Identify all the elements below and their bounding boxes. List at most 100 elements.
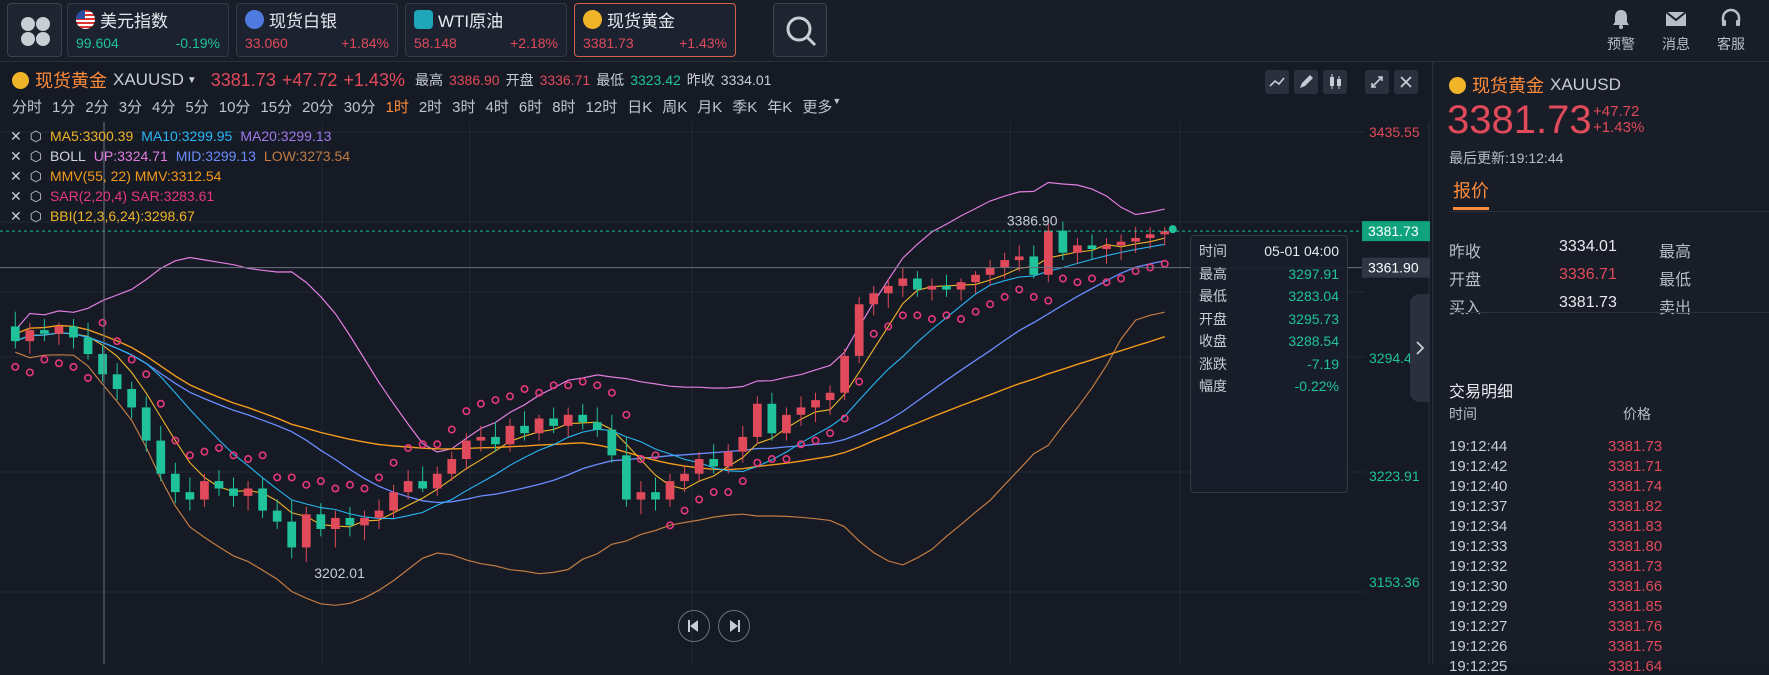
sar-dot xyxy=(1073,278,1082,287)
candle-body xyxy=(752,403,762,437)
tooltip-row: 幅度 -0.22% xyxy=(1199,375,1339,398)
trade-time: 19:12:25 xyxy=(1449,658,1508,675)
candle-body xyxy=(432,473,442,489)
trade-time: 19:12:33 xyxy=(1449,538,1508,555)
stat-value: 3336.71 xyxy=(1559,266,1617,283)
candle-body xyxy=(243,488,253,496)
support-button[interactable]: 客服 xyxy=(1708,8,1754,54)
messages-button[interactable]: 消息 xyxy=(1653,8,1699,54)
candle-body xyxy=(636,492,646,500)
candle-body xyxy=(331,517,340,530)
candle-body xyxy=(840,355,849,393)
max-label: 3386.90 xyxy=(1007,213,1058,229)
sar-dot xyxy=(1160,259,1169,268)
min-label: 3202.01 xyxy=(314,565,365,581)
candle-body xyxy=(563,414,573,426)
gold-icon xyxy=(1449,76,1466,94)
indicator-value: UP:3324.71 xyxy=(93,148,168,164)
sar-dot xyxy=(404,443,413,452)
stat-value: 3334.01 xyxy=(1559,238,1617,255)
sar-dot xyxy=(680,506,689,515)
candle-body xyxy=(811,400,820,408)
trade-price: 3381.82 xyxy=(1608,498,1663,515)
settings-icon[interactable]: ⬡ xyxy=(30,186,42,206)
tooltip-row: 最高 3297.91 xyxy=(1199,263,1339,286)
quote-change: +1.84% xyxy=(341,35,389,51)
panel-change-block: +47.72 +1.43% xyxy=(1593,104,1644,136)
sar-dot xyxy=(11,362,20,371)
candle-body xyxy=(883,285,893,294)
sar-dot xyxy=(986,300,995,309)
sar-dot xyxy=(69,362,78,371)
quote-price: 58.148 xyxy=(414,35,457,51)
indicator-row: ✕ ⬡ BBI(12,3,6,24):3298.67 xyxy=(10,206,350,226)
sar-dot xyxy=(1117,274,1126,283)
candle-body xyxy=(520,425,529,434)
close-icon[interactable]: ✕ xyxy=(10,166,22,186)
indicator-value: MMV(55, 22) MMV:3312.54 xyxy=(49,168,222,184)
chevron-right-icon xyxy=(1416,341,1425,355)
candle-body xyxy=(942,285,951,290)
candle-body xyxy=(200,481,209,500)
sar-dot xyxy=(1000,292,1009,301)
trade-price: 3381.83 xyxy=(1608,518,1663,535)
sar-dot xyxy=(971,307,980,316)
sar-dot xyxy=(1058,274,1067,283)
last-updated: 最后更新:19:12:44 xyxy=(1449,150,1564,166)
sar-dot xyxy=(331,484,340,493)
ohlc-tooltip: 时间 05-01 04:00 最高 3297.91 最低 3283.04 开盘 3295.7… xyxy=(1190,235,1348,493)
close-icon[interactable]: ✕ xyxy=(10,126,22,146)
indicator-value: MA20:3299.13 xyxy=(240,128,332,144)
quote-card-silver[interactable]: 现货白银 33.060 +1.84% xyxy=(236,3,398,57)
quote-card-gold[interactable]: 现货黄金 3381.73 +1.43% xyxy=(574,3,736,57)
quote-card-usd-index[interactable]: 美元指数 99.604 -0.19% xyxy=(67,3,229,57)
sar-dot xyxy=(185,451,194,460)
settings-icon[interactable]: ⬡ xyxy=(30,166,42,186)
sar-dot xyxy=(244,455,253,464)
scroll-left-button[interactable] xyxy=(678,610,710,642)
candle-body xyxy=(54,326,64,334)
close-icon[interactable]: ✕ xyxy=(10,206,22,226)
skip-back-icon xyxy=(688,620,698,632)
sar-dot xyxy=(156,399,165,408)
sar-dot xyxy=(957,315,966,324)
close-icon[interactable]: ✕ xyxy=(10,186,22,206)
scroll-right-button[interactable] xyxy=(718,610,750,642)
quote-card-wti-oil[interactable]: WTI原油 58.148 +2.18% xyxy=(405,3,567,57)
headset-icon xyxy=(1721,8,1741,26)
settings-icon[interactable]: ⬡ xyxy=(30,146,42,166)
candle-body xyxy=(796,407,806,415)
trade-time: 19:12:44 xyxy=(1449,438,1508,455)
search-button[interactable] xyxy=(773,3,827,57)
tab-quote[interactable]: 报价 xyxy=(1453,177,1489,203)
gold-icon xyxy=(583,9,602,29)
sar-dot xyxy=(1044,296,1053,305)
sar-dot xyxy=(826,429,835,438)
candle-body xyxy=(1043,230,1053,275)
trade-time: 19:12:29 xyxy=(1449,598,1508,615)
trade-price: 3381.80 xyxy=(1608,538,1663,555)
bell-icon xyxy=(1613,10,1629,29)
sar-dot xyxy=(753,458,762,467)
us-flag-icon xyxy=(76,9,95,29)
panel-price: 3381.73 xyxy=(1447,98,1592,142)
sar-dot xyxy=(578,377,587,386)
collapse-panel-button[interactable] xyxy=(1410,294,1430,402)
candle-body xyxy=(40,330,49,334)
sar-dot xyxy=(709,488,718,497)
settings-icon[interactable]: ⬡ xyxy=(30,206,42,226)
sar-dot xyxy=(695,495,704,504)
candle-body xyxy=(1029,256,1039,275)
candle-body xyxy=(534,418,544,434)
tooltip-row: 最低 3283.04 xyxy=(1199,285,1339,308)
settings-icon[interactable]: ⬡ xyxy=(30,126,42,146)
apps-menu-button[interactable] xyxy=(7,3,62,57)
sar-dot xyxy=(142,370,151,379)
candle-body xyxy=(607,429,617,456)
candle-body xyxy=(694,459,704,474)
alert-button[interactable]: 预警 xyxy=(1598,8,1644,54)
close-icon[interactable]: ✕ xyxy=(10,146,22,166)
candle-body xyxy=(869,293,879,305)
y-tick-label: 3153.36 xyxy=(1369,574,1420,590)
indicator-value: MA5:3300.39 xyxy=(49,128,134,144)
